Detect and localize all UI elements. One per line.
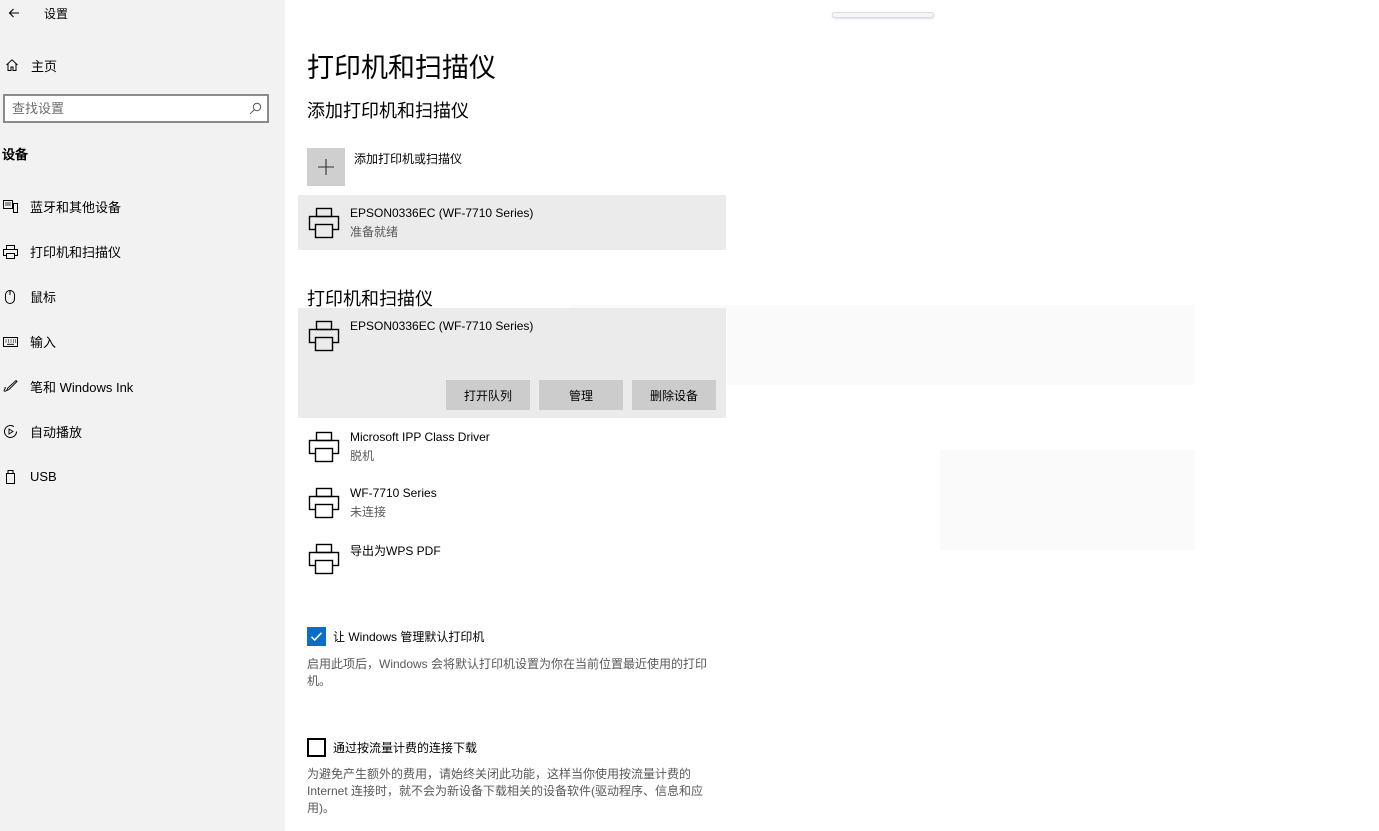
autoplay-icon (1, 424, 19, 439)
metered-download-description: 为避免产生额外的费用，请始终关闭此功能，这样当你使用按流量计费的 Interne… (307, 767, 704, 815)
found-printer-item[interactable]: EPSON0336EC (WF-7710 Series) 准备就绪 (298, 195, 726, 250)
main-panel: 打印机和扫描仪 添加打印机和扫描仪 添加打印机或扫描仪 EPSON0336EC … (285, 0, 1379, 831)
sidebar-item-label: 输入 (30, 335, 57, 350)
metered-download-checkbox-row[interactable]: 通过按流量计费的连接下载 (307, 738, 477, 757)
sidebar-item-label: 自动播放 (30, 425, 83, 440)
sidebar-home[interactable]: 主页 (0, 52, 285, 78)
printer-name: WF-7710 Series (350, 486, 437, 500)
sidebar-item-label: 打印机和扫描仪 (30, 245, 122, 260)
sidebar-home-label: 主页 (31, 58, 58, 74)
printer-name: EPSON0336EC (WF-7710 Series) (350, 206, 534, 220)
printer-status: 脱机 (350, 449, 375, 463)
background-artifact (940, 450, 1195, 550)
checkmark-icon (310, 632, 323, 642)
back-arrow-icon[interactable] (0, 0, 28, 26)
sidebar-item-label: 笔和 Windows Ink (30, 380, 134, 395)
sidebar-item-bluetooth[interactable]: 蓝牙和其他设备 (0, 184, 285, 229)
search-input[interactable] (5, 96, 243, 121)
window-title: 设置 (44, 7, 69, 21)
sidebar-item-label: 鼠标 (30, 290, 57, 305)
sidebar-item-typing[interactable]: 输入 (0, 319, 285, 364)
usb-icon (1, 469, 19, 484)
default-printer-checkbox[interactable] (307, 627, 326, 646)
add-printer-button[interactable]: 添加打印机或扫描仪 (307, 148, 462, 186)
sidebar-item-label: USB (30, 469, 57, 484)
printer-icon (308, 487, 340, 531)
printer-name: Microsoft IPP Class Driver (350, 430, 490, 444)
bluetooth-devices-icon (1, 200, 19, 213)
sidebar: 设置 主页 设备 蓝牙和其他设备 打印机和扫描仪 (0, 0, 285, 831)
printer-list-item[interactable]: WF-7710 Series 未连接 (298, 475, 726, 531)
home-icon (2, 58, 22, 72)
sidebar-item-printers[interactable]: 打印机和扫描仪 (0, 229, 285, 274)
metered-download-checkbox[interactable] (307, 738, 326, 757)
pen-icon (1, 379, 19, 394)
title-bar: 设置 (0, 0, 285, 26)
sidebar-item-autoplay[interactable]: 自动播放 (0, 409, 285, 454)
manage-button[interactable]: 管理 (539, 380, 623, 410)
remove-device-button[interactable]: 删除设备 (632, 380, 716, 410)
search-box (3, 94, 269, 123)
sidebar-item-label: 蓝牙和其他设备 (30, 200, 122, 215)
keyboard-icon (1, 336, 19, 347)
sidebar-item-usb[interactable]: USB (0, 454, 285, 499)
printer-status: 未连接 (350, 505, 387, 519)
default-printer-checkbox-row[interactable]: 让 Windows 管理默认打印机 (307, 627, 484, 646)
sidebar-item-pen[interactable]: 笔和 Windows Ink (0, 364, 285, 409)
printer-list-item[interactable]: 导出为WPS PDF (298, 531, 726, 587)
search-icon[interactable] (243, 102, 267, 115)
scroll-handle[interactable] (832, 12, 934, 18)
default-printer-description: 启用此项后，Windows 会将默认打印机设置为你在当前位置最近使用的打印机。 (307, 657, 708, 688)
mouse-icon (1, 289, 19, 304)
add-section-title: 添加打印机和扫描仪 (307, 101, 469, 121)
printer-icon (1, 244, 19, 259)
printer-icon (308, 431, 340, 475)
printer-list-item[interactable]: Microsoft IPP Class Driver 脱机 (298, 419, 726, 475)
default-printer-label: 让 Windows 管理默认打印机 (333, 630, 485, 644)
printer-icon (308, 543, 340, 587)
printer-icon (308, 207, 340, 250)
sidebar-section-heading: 设备 (2, 147, 29, 162)
add-printer-label: 添加打印机或扫描仪 (354, 152, 463, 166)
metered-download-label: 通过按流量计费的连接下载 (333, 741, 478, 755)
printer-icon (308, 320, 340, 418)
page-title: 打印机和扫描仪 (307, 53, 496, 83)
sidebar-item-mouse[interactable]: 鼠标 (0, 274, 285, 319)
printer-name: EPSON0336EC (WF-7710 Series) (350, 319, 534, 333)
printer-name: 导出为WPS PDF (350, 544, 441, 558)
sidebar-nav: 蓝牙和其他设备 打印机和扫描仪 鼠标 输入 笔和 Windows Ink 自动播… (0, 184, 285, 499)
plus-icon (307, 148, 345, 186)
printer-status: 准备就绪 (350, 225, 399, 239)
open-queue-button[interactable]: 打开队列 (446, 380, 530, 410)
